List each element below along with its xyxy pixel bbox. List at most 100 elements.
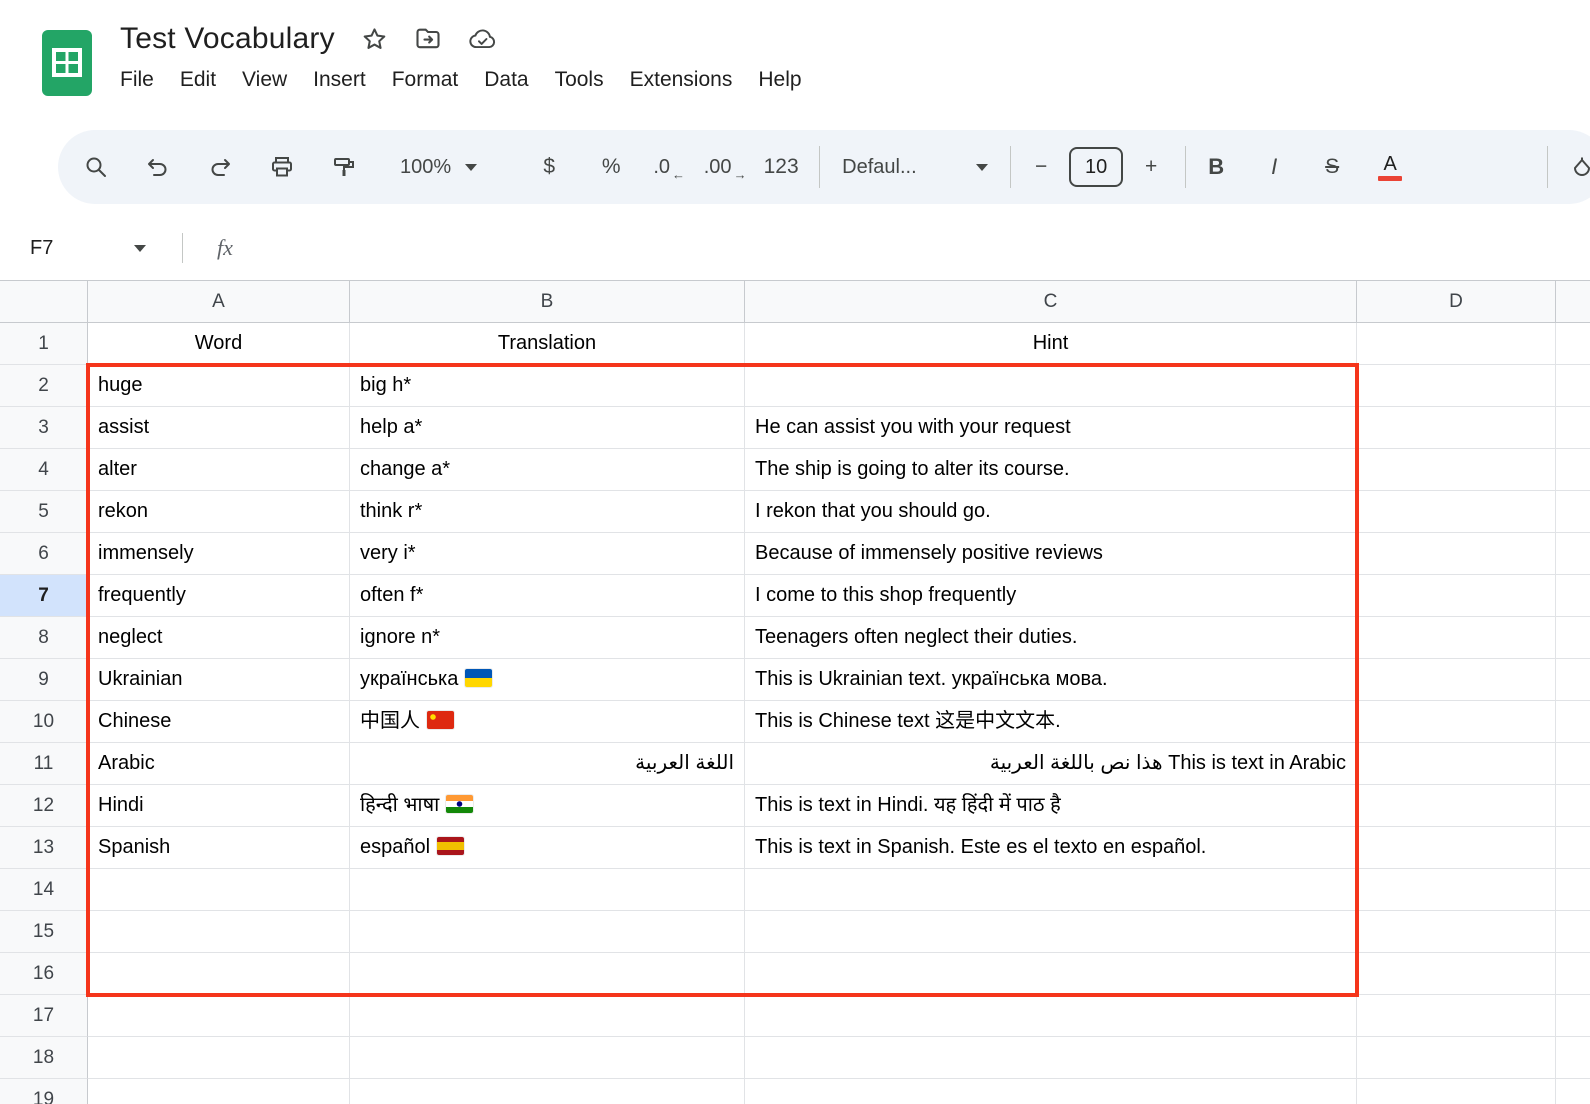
column-header-D[interactable]: D <box>1357 281 1556 323</box>
menu-file[interactable]: File <box>107 64 167 96</box>
row-header-15[interactable]: 15 <box>0 911 88 953</box>
column-header-E-partial[interactable] <box>1556 281 1590 323</box>
cell-C13[interactable]: This is text in Spanish. Este es el text… <box>745 827 1357 869</box>
search-icon[interactable] <box>72 143 120 191</box>
italic-button[interactable]: I <box>1250 143 1298 191</box>
cell-C4[interactable]: The ship is going to alter its course. <box>745 449 1357 491</box>
cell-A14[interactable] <box>88 869 350 911</box>
menu-tools[interactable]: Tools <box>542 64 617 96</box>
cell-A2[interactable]: huge <box>88 365 350 407</box>
cell-C14[interactable] <box>745 869 1357 911</box>
row-header-17[interactable]: 17 <box>0 995 88 1037</box>
increase-decimal-button[interactable]: .00 → <box>701 143 749 191</box>
menu-edit[interactable]: Edit <box>167 64 229 96</box>
cell-E3[interactable] <box>1556 407 1590 449</box>
more-formats-button[interactable]: 123 <box>757 143 805 191</box>
cell-D18[interactable] <box>1357 1037 1556 1079</box>
cell-A3[interactable]: assist <box>88 407 350 449</box>
cell-D12[interactable] <box>1357 785 1556 827</box>
bold-button[interactable]: B <box>1192 143 1240 191</box>
cell-E14[interactable] <box>1556 869 1590 911</box>
star-icon[interactable] <box>361 26 388 53</box>
format-currency-button[interactable]: $ <box>525 143 573 191</box>
cell-E8[interactable] <box>1556 617 1590 659</box>
cell-E18[interactable] <box>1556 1037 1590 1079</box>
row-header-12[interactable]: 12 <box>0 785 88 827</box>
row-header-8[interactable]: 8 <box>0 617 88 659</box>
cell-D10[interactable] <box>1357 701 1556 743</box>
cell-E13[interactable] <box>1556 827 1590 869</box>
document-title[interactable]: Test Vocabulary <box>120 22 335 56</box>
undo-icon[interactable] <box>134 143 182 191</box>
row-header-2[interactable]: 2 <box>0 365 88 407</box>
cell-C2[interactable] <box>745 365 1357 407</box>
cell-B11[interactable]: اللغة العربية <box>350 743 745 785</box>
cell-D4[interactable] <box>1357 449 1556 491</box>
cell-E1[interactable] <box>1556 323 1590 365</box>
paint-format-icon[interactable] <box>320 143 368 191</box>
text-color-button[interactable]: A <box>1366 143 1414 191</box>
cell-D8[interactable] <box>1357 617 1556 659</box>
cell-B1[interactable]: Translation <box>350 323 745 365</box>
cell-B18[interactable] <box>350 1037 745 1079</box>
cell-B7[interactable]: often f* <box>350 575 745 617</box>
cell-C19[interactable] <box>745 1079 1357 1104</box>
print-icon[interactable] <box>258 143 306 191</box>
cell-D5[interactable] <box>1357 491 1556 533</box>
row-header-19[interactable]: 19 <box>0 1079 88 1104</box>
cell-D16[interactable] <box>1357 953 1556 995</box>
cell-A10[interactable]: Chinese <box>88 701 350 743</box>
cell-B14[interactable] <box>350 869 745 911</box>
cell-B3[interactable]: help a* <box>350 407 745 449</box>
zoom-select[interactable]: 100% <box>388 143 489 191</box>
cell-D2[interactable] <box>1357 365 1556 407</box>
cell-E2[interactable] <box>1556 365 1590 407</box>
column-header-A[interactable]: A <box>88 281 350 323</box>
cell-E5[interactable] <box>1556 491 1590 533</box>
cell-D6[interactable] <box>1357 533 1556 575</box>
google-sheets-logo[interactable] <box>42 30 92 120</box>
fx-icon[interactable]: fx <box>217 235 233 261</box>
cell-B8[interactable]: ignore n* <box>350 617 745 659</box>
cell-A4[interactable]: alter <box>88 449 350 491</box>
row-header-18[interactable]: 18 <box>0 1037 88 1079</box>
menu-data[interactable]: Data <box>471 64 541 96</box>
cell-D14[interactable] <box>1357 869 1556 911</box>
cell-E17[interactable] <box>1556 995 1590 1037</box>
cell-A9[interactable]: Ukrainian <box>88 659 350 701</box>
cell-D7[interactable] <box>1357 575 1556 617</box>
cell-C7[interactable]: I come to this shop frequently <box>745 575 1357 617</box>
cell-B5[interactable]: think r* <box>350 491 745 533</box>
cell-A7[interactable]: frequently <box>88 575 350 617</box>
cell-A13[interactable]: Spanish <box>88 827 350 869</box>
cell-C18[interactable] <box>745 1037 1357 1079</box>
cell-C12[interactable]: This is text in Hindi. यह हिंदी में पाठ … <box>745 785 1357 827</box>
cell-A18[interactable] <box>88 1037 350 1079</box>
menu-view[interactable]: View <box>229 64 300 96</box>
cell-E16[interactable] <box>1556 953 1590 995</box>
cell-B17[interactable] <box>350 995 745 1037</box>
cell-D11[interactable] <box>1357 743 1556 785</box>
cell-B15[interactable] <box>350 911 745 953</box>
name-box[interactable]: F7 <box>0 237 160 260</box>
cell-B6[interactable]: very i* <box>350 533 745 575</box>
cell-D3[interactable] <box>1357 407 1556 449</box>
cell-B13[interactable]: español <box>350 827 745 869</box>
row-header-7[interactable]: 7 <box>0 575 88 617</box>
font-size-input[interactable]: 10 <box>1069 147 1124 187</box>
cell-B19[interactable] <box>350 1079 745 1104</box>
strikethrough-button[interactable]: S <box>1308 143 1356 191</box>
menu-help[interactable]: Help <box>745 64 814 96</box>
cell-E12[interactable] <box>1556 785 1590 827</box>
row-header-4[interactable]: 4 <box>0 449 88 491</box>
cell-B4[interactable]: change a* <box>350 449 745 491</box>
cell-D17[interactable] <box>1357 995 1556 1037</box>
cell-B2[interactable]: big h* <box>350 365 745 407</box>
font-family-select[interactable]: Defaul... <box>830 143 1000 191</box>
cell-A5[interactable]: rekon <box>88 491 350 533</box>
cell-E11[interactable] <box>1556 743 1590 785</box>
format-percent-button[interactable]: % <box>587 143 635 191</box>
cell-C15[interactable] <box>745 911 1357 953</box>
cell-E10[interactable] <box>1556 701 1590 743</box>
decrease-font-size-button[interactable]: − <box>1017 143 1065 191</box>
